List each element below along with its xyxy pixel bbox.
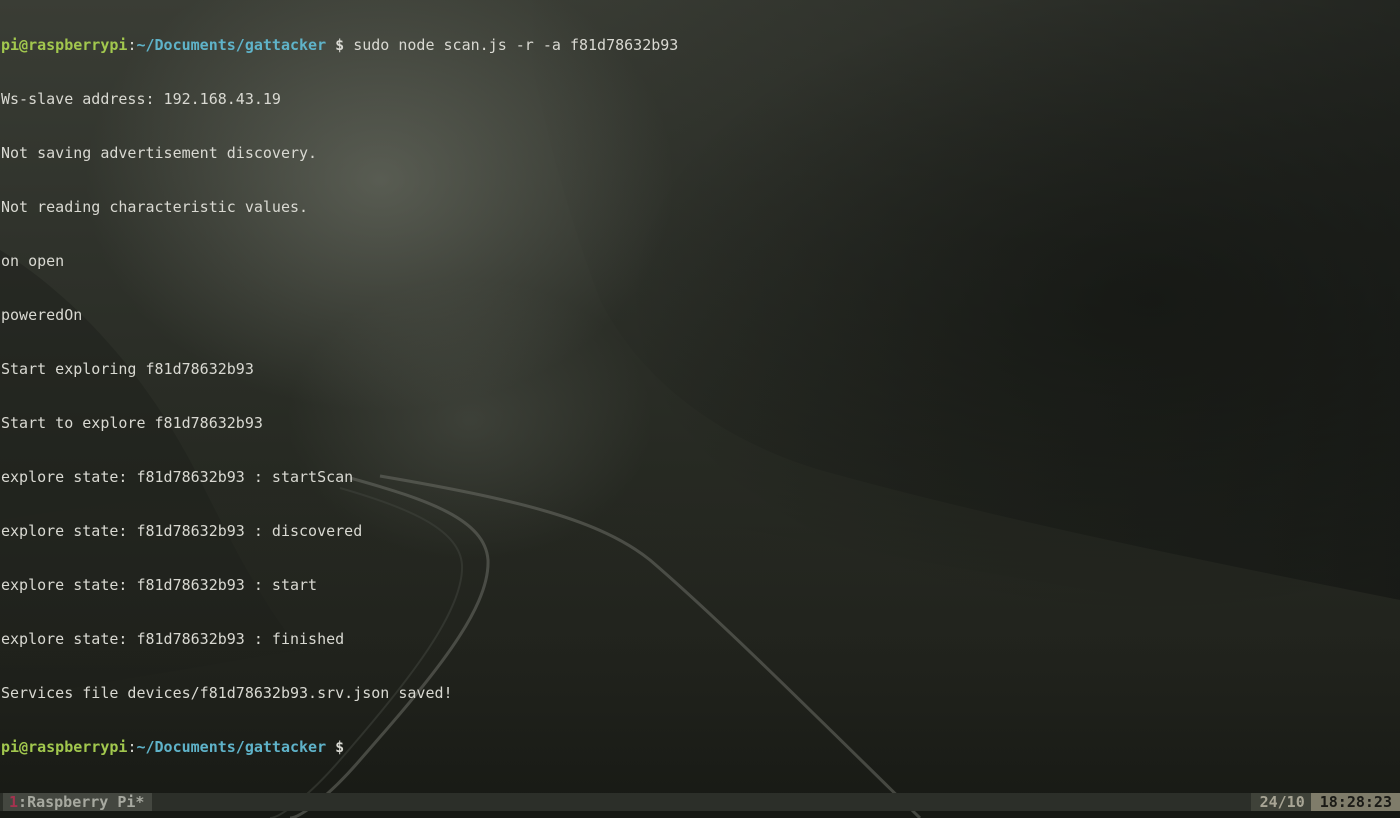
tmux-status-bar: 1:Raspberry Pi* 24/10 18:28:23 — [0, 793, 1400, 811]
output-line: explore state: f81d78632b93 : finished — [1, 630, 345, 648]
output-line: explore state: f81d78632b93 : startScan — [1, 468, 354, 486]
output-line: explore state: f81d78632b93 : discovered — [1, 522, 363, 540]
output-line: poweredOn — [1, 306, 83, 324]
status-right: 24/10 18:28:23 — [1250, 793, 1400, 811]
output-line: Not reading characteristic values. — [1, 198, 309, 216]
output-line: Services file devices/f81d78632b93.srv.j… — [1, 684, 453, 702]
terminal-window[interactable]: pi@raspberrypi:~/Documents/gattacker $ s… — [1, 0, 1391, 790]
command-text: sudo node scan.js -r -a f81d78632b93 — [353, 36, 679, 54]
prompt-dollar: $ — [326, 738, 354, 756]
output-line: Not saving advertisement discovery. — [1, 144, 318, 162]
terminal-cursor[interactable] — [353, 739, 362, 755]
desktop-screen: pi@raspberrypi:~/Documents/gattacker $ s… — [0, 0, 1400, 818]
output-line: Start exploring f81d78632b93 — [1, 360, 254, 378]
status-clock: 18:28:23 — [1310, 793, 1400, 811]
command-line: pi@raspberrypi:~/Documents/gattacker $ s… — [1, 36, 1391, 54]
prompt-path: ~/Documents/gattacker — [136, 738, 327, 756]
window-tab-raspberry-pi[interactable]: 1:Raspberry Pi* — [3, 793, 153, 811]
output-line: Ws-slave address: 192.168.43.19 — [1, 90, 281, 108]
prompt-path: ~/Documents/gattacker — [136, 36, 327, 54]
active-prompt-line[interactable]: pi@raspberrypi:~/Documents/gattacker $ — [1, 738, 1391, 756]
prompt-user-host: pi@raspberrypi — [1, 36, 128, 54]
window-separator: : — [18, 793, 28, 811]
window-name: Raspberry Pi* — [27, 793, 145, 811]
output-line: on open — [1, 252, 65, 270]
output-line: Start to explore f81d78632b93 — [1, 414, 263, 432]
prompt-user-host: pi@raspberrypi — [1, 738, 128, 756]
prompt-dollar: $ — [326, 36, 354, 54]
status-load: 24/10 — [1250, 793, 1311, 811]
window-index: 1 — [9, 793, 19, 811]
output-line: explore state: f81d78632b93 : start — [1, 576, 318, 594]
